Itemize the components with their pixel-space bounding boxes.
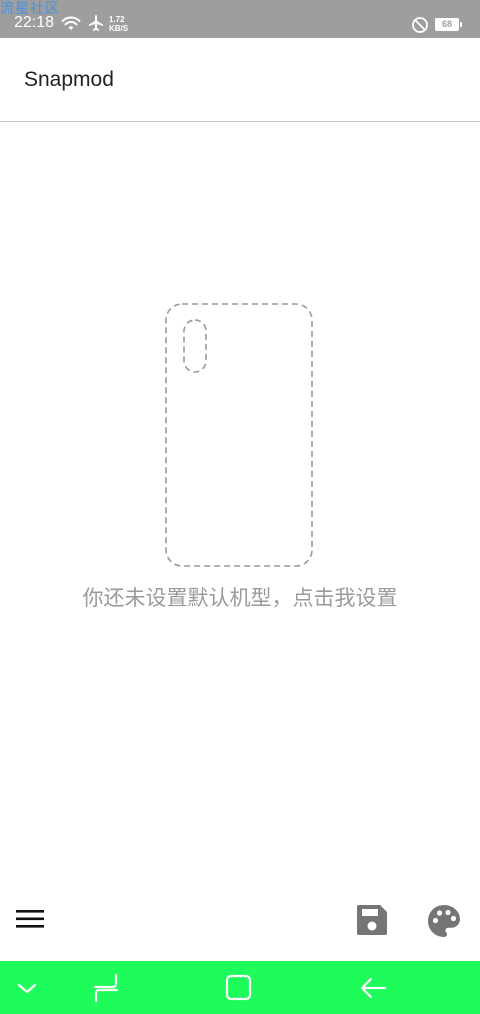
status-time: 22:18 [14,14,55,31]
navigation-bar [0,961,480,1014]
airplane-icon [89,15,103,31]
screen: 流星社区 22:18 1.72 KB/S 68 Snapmod 你还未设置默认机… [0,0,480,1014]
palette-icon[interactable] [425,902,463,940]
app-title: Snapmod [24,68,114,91]
save-icon[interactable] [354,902,390,938]
recents-icon[interactable] [89,971,123,1005]
back-arrow-icon[interactable] [356,971,390,1005]
home-icon[interactable] [221,971,255,1005]
network-speed-unit: KB/S [109,24,129,33]
battery-icon: 68 [435,18,462,31]
phone-outline-icon[interactable] [164,302,314,568]
bottom-toolbar [0,880,480,960]
app-bar: Snapmod [0,38,480,122]
status-bar: 流星社区 22:18 1.72 KB/S 68 [0,0,480,38]
chevron-down-icon[interactable] [10,971,44,1005]
do-not-disturb-icon [412,17,428,33]
wifi-icon [61,16,81,30]
network-speed-value: 1.72 [109,15,125,24]
menu-icon[interactable] [14,904,46,934]
set-default-model-prompt[interactable]: 你还未设置默认机型，点击我设置 [0,582,480,612]
network-speed: 1.72 KB/S [109,15,128,33]
